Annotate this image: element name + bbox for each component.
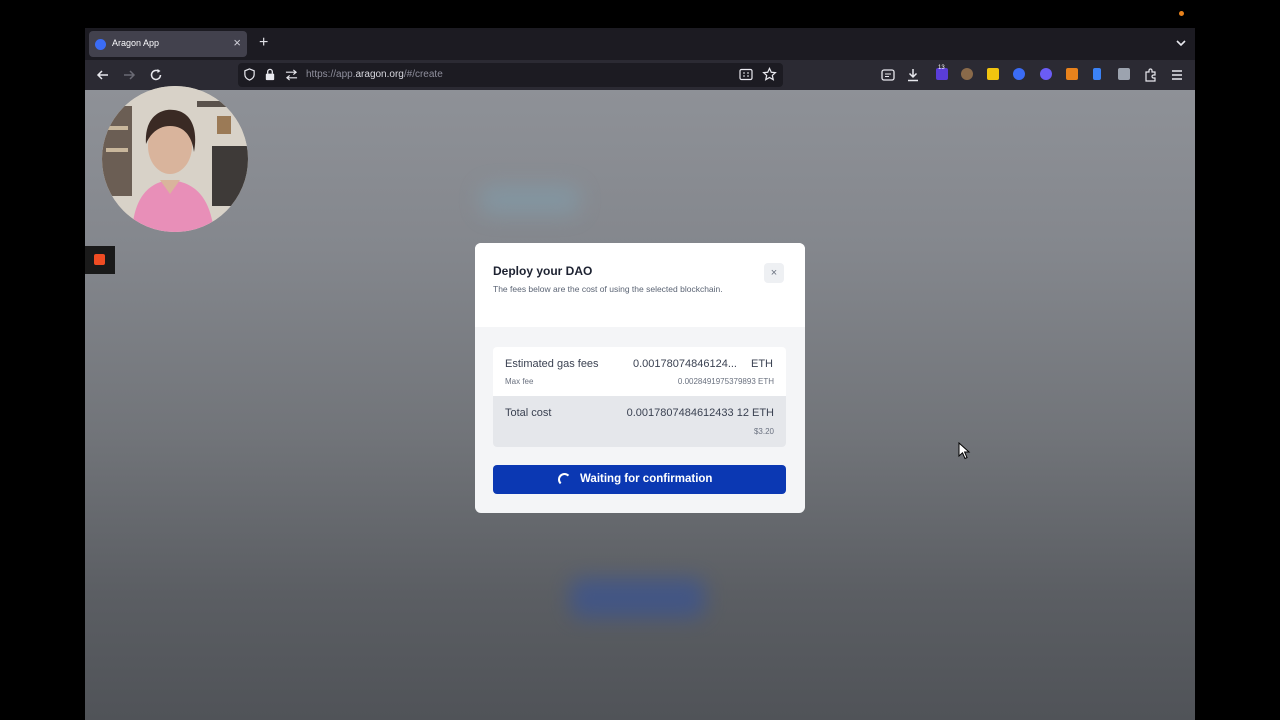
total-cost-label: Total cost [505, 407, 552, 419]
extension-yellow-icon[interactable] [987, 68, 999, 80]
aragon-favicon-icon [95, 39, 106, 50]
lock-icon[interactable] [264, 68, 276, 81]
metamask-icon[interactable] [1066, 68, 1078, 80]
close-icon[interactable]: × [764, 263, 784, 283]
recording-indicator-dot [1179, 11, 1184, 16]
bookmark-star-icon[interactable] [762, 67, 777, 82]
total-cost-usd: $3.20 [753, 427, 774, 436]
permissions-icon[interactable] [285, 69, 298, 81]
modal-description: The fees below are the cost of using the… [493, 284, 723, 294]
navigation-toolbar: https://app.aragon.org/#/create 13 [85, 60, 1195, 90]
max-fee-label: Max fee [505, 377, 534, 386]
blurred-background-element [480, 185, 580, 215]
deploy-dao-modal: Deploy your DAO The fees below are the c… [475, 243, 805, 513]
tab-list-chevron-down-icon[interactable] [1175, 37, 1187, 49]
tab-bar: Aragon App × + [85, 28, 1195, 60]
page-viewport: Deploy your DAO The fees below are the c… [85, 86, 1195, 720]
estimated-gas-unit: ETH [751, 358, 773, 370]
reader-view-icon[interactable] [739, 68, 753, 81]
url-text: https://app.aragon.org/#/create [306, 69, 443, 80]
extension-violet-icon[interactable] [1040, 68, 1052, 80]
forward-arrow-icon[interactable] [121, 67, 137, 83]
downloads-icon[interactable] [905, 67, 921, 83]
reload-icon[interactable] [148, 67, 164, 83]
extension-bookmark-icon[interactable] [1093, 68, 1101, 80]
address-bar[interactable]: https://app.aragon.org/#/create [238, 63, 783, 87]
new-tab-plus-icon[interactable]: + [259, 34, 268, 52]
browser-window: Aragon App × + https://app.aragon.org/#/… [85, 28, 1195, 720]
extension-blue-circle-icon[interactable] [1013, 68, 1025, 80]
estimated-gas-value: 0.00178074846124... [633, 358, 737, 370]
recording-stop-button[interactable] [85, 246, 115, 274]
presenter-video-image [102, 86, 248, 232]
hamburger-menu-icon[interactable] [1169, 67, 1185, 83]
back-arrow-icon[interactable] [95, 67, 111, 83]
fee-summary-card: Estimated gas fees 0.00178074846124... E… [493, 347, 786, 447]
total-cost-row: Total cost 0.0017807484612433 12 ETH $3.… [493, 396, 786, 447]
modal-header: Deploy your DAO The fees below are the c… [475, 243, 805, 327]
extension-monkey-icon[interactable] [961, 68, 973, 80]
webcam-overlay [102, 86, 248, 232]
estimated-gas-row: Estimated gas fees 0.00178074846124... E… [493, 347, 786, 396]
tab-close-icon[interactable]: × [233, 36, 241, 50]
mouse-cursor-icon [958, 442, 971, 460]
extension-purple-icon[interactable]: 13 [936, 65, 948, 80]
blurred-background-button [570, 578, 705, 618]
stop-square-icon [94, 254, 105, 265]
modal-title: Deploy your DAO [493, 264, 593, 278]
tracking-protection-shield-icon[interactable] [243, 68, 256, 81]
tab-title: Aragon App [112, 38, 160, 48]
extensions-puzzle-icon[interactable] [1143, 67, 1159, 83]
total-cost-value: 0.0017807484612433 12 ETH [626, 407, 774, 419]
waiting-for-confirmation-button[interactable]: Waiting for confirmation [493, 465, 786, 494]
tab-aragon-app[interactable]: Aragon App × [89, 31, 247, 57]
confirm-button-label: Waiting for confirmation [580, 473, 713, 485]
estimated-gas-label: Estimated gas fees [505, 358, 599, 370]
pocket-icon[interactable] [880, 67, 896, 83]
max-fee-value: 0.0028491975379893 ETH [677, 377, 774, 386]
loading-spinner-icon [558, 473, 571, 486]
extension-reader-icon[interactable] [1118, 68, 1130, 80]
